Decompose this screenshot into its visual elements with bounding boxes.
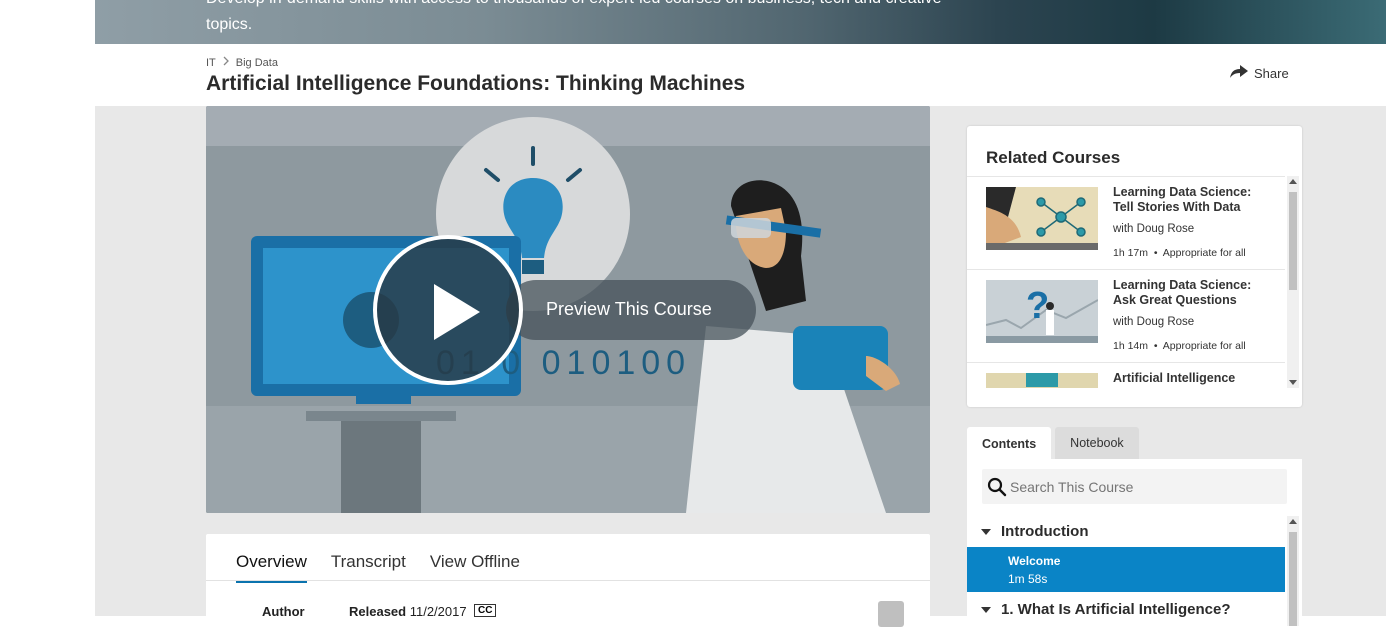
related-course-title[interactable]: Artificial Intelligence (1113, 371, 1273, 386)
video-player[interactable]: 01 0 010100 Preview This Course (206, 106, 930, 513)
chevron-right-icon (222, 56, 230, 69)
search-box[interactable] (982, 469, 1287, 504)
page: Develop in-demand skills with access to … (95, 0, 1386, 627)
play-icon (434, 284, 480, 340)
released-date: 11/2/2017 (409, 604, 467, 619)
course-header: IT Big Data Artificial Intelligence Foun… (95, 44, 1386, 106)
contents-scrollbar[interactable] (1287, 516, 1299, 626)
tabs-divider (206, 580, 930, 581)
related-courses-panel: Related Courses Learning Data Science: T… (967, 126, 1302, 407)
chapter-title: Introduction (1001, 523, 1089, 540)
content-tabs: Contents Notebook (967, 427, 1139, 460)
breadcrumb-item-it[interactable]: IT (206, 57, 216, 69)
preview-course-label[interactable]: Preview This Course (546, 299, 712, 320)
related-course-item[interactable]: ? Learning Data Science: Ask Great Quest… (967, 270, 1285, 363)
related-courses-heading: Related Courses (986, 148, 1121, 167)
breadcrumb: IT Big Data (206, 56, 278, 69)
related-course-item[interactable]: Artificial Intelligence (967, 363, 1285, 388)
related-course-meta: 1h 17m • Appropriate for all (1113, 247, 1246, 259)
hero-banner: Develop in-demand skills with access to … (95, 0, 1386, 44)
tab-contents[interactable]: Contents (967, 427, 1052, 460)
course-detail-card: Overview Transcript View Offline Author … (206, 534, 930, 627)
search-input[interactable] (1010, 469, 1280, 504)
course-thumbnail (986, 373, 1098, 388)
caret-down-icon (981, 529, 991, 535)
course-thumbnail: ? (986, 280, 1098, 343)
tab-transcript[interactable]: Transcript (331, 552, 406, 583)
course-thumbnail (986, 187, 1098, 250)
chapter-title: 1. What Is Artificial Intelligence? (1001, 601, 1231, 618)
caret-down-icon (981, 607, 991, 613)
chapter-introduction[interactable]: Introduction (967, 516, 1285, 548)
tab-overview[interactable]: Overview (236, 552, 307, 583)
scroll-down-icon[interactable] (1289, 380, 1297, 385)
search-icon (987, 477, 1007, 502)
related-course-meta: 1h 14m • Appropriate for all (1113, 340, 1246, 352)
related-course-title[interactable]: Learning Data Science: Tell Stories With… (1113, 185, 1273, 215)
hero-text: Develop in-demand skills with access to … (206, 0, 942, 33)
scroll-up-icon[interactable] (1289, 179, 1297, 184)
scrollbar-thumb[interactable] (1289, 532, 1297, 626)
contents-panel: Introduction Welcome 1m 58s 1. What Is A… (967, 459, 1302, 626)
tab-view-offline[interactable]: View Offline (430, 552, 520, 583)
page-title: Artificial Intelligence Foundations: Thi… (206, 72, 746, 95)
closed-captions-badge: CC (474, 604, 497, 617)
author-label: Author (262, 604, 305, 619)
play-button[interactable] (373, 235, 523, 385)
share-label: Share (1254, 66, 1289, 81)
chapter-what-is-ai[interactable]: 1. What Is Artificial Intelligence? (967, 594, 1285, 626)
detail-tabs: Overview Transcript View Offline (236, 552, 520, 583)
video-duration: 1m 58s (1008, 572, 1048, 586)
action-button[interactable] (878, 601, 904, 627)
video-item-welcome[interactable]: Welcome 1m 58s (967, 547, 1285, 592)
svg-text:?: ? (1026, 285, 1049, 327)
breadcrumb-item-big-data[interactable]: Big Data (236, 57, 278, 69)
related-course-author: with Doug Rose (1113, 223, 1195, 235)
share-icon (1230, 65, 1248, 82)
share-button[interactable]: Share (1230, 65, 1289, 82)
scroll-up-icon[interactable] (1289, 519, 1297, 524)
released-info: Released 11/2/2017 (349, 604, 467, 619)
scrollbar-thumb[interactable] (1289, 192, 1297, 290)
related-scrollbar[interactable] (1287, 176, 1299, 388)
related-courses-list: Learning Data Science: Tell Stories With… (967, 176, 1285, 388)
tab-notebook[interactable]: Notebook (1055, 427, 1139, 459)
video-title: Welcome (1008, 554, 1061, 568)
related-course-item[interactable]: Learning Data Science: Tell Stories With… (967, 177, 1285, 270)
related-course-author: with Doug Rose (1113, 316, 1195, 328)
related-course-title[interactable]: Learning Data Science: Ask Great Questio… (1113, 278, 1273, 308)
